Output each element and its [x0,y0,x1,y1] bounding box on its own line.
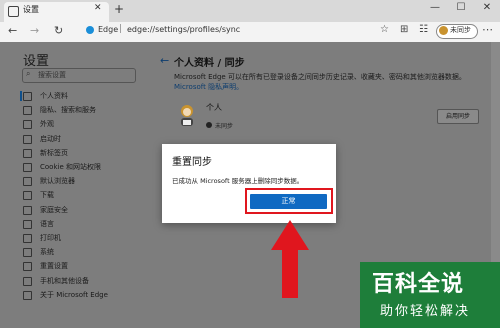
minimize-button[interactable]: — [424,2,446,13]
collections-icon[interactable]: ⊞ [400,24,408,35]
breadcrumb: 个人资料 / 同步 [174,58,245,69]
sidebar-title: 设置 [23,54,50,69]
new-tab-icon [23,148,32,158]
sidebar-item-label: 外观 [40,120,54,129]
sidebar-item-label: 下载 [40,191,54,200]
lock-icon [23,106,32,116]
sync-description: Microsoft Edge 可以在所有已登录设备之间同步历史记录、收藏夹、密码… [174,73,466,81]
back-icon[interactable]: ← [8,24,17,37]
url-separator: | [119,24,123,34]
sidebar-item-label: 手机和其他设备 [40,276,89,285]
dialog-message: 已成功从 Microsoft 服务器上删除同步数据。 [172,177,304,185]
privacy-link[interactable]: Microsoft 隐私声明。 [174,82,243,92]
window-close-button[interactable]: ✕ [476,2,498,13]
watermark-subtitle: 助你轻松解决 [380,304,471,319]
site-label: Edge [98,25,119,34]
sidebar-item-label: 系统 [40,248,54,257]
search-placeholder: 搜索设置 [38,71,66,79]
language-icon [23,219,32,229]
sidebar-item-label: 关于 Microsoft Edge [40,290,108,299]
sidebar-item-label: 新标签页 [40,148,68,157]
back-arrow-icon[interactable]: ← [160,54,169,67]
active-indicator [20,91,22,101]
reset-icon [23,262,32,272]
power-icon [23,134,32,144]
tab-label: 设置 [23,5,39,14]
sidebar-item-label: 语言 [40,219,54,228]
address-bar[interactable]: edge://settings/profiles/sync [127,25,240,34]
search-icon: ⌕ [26,69,31,78]
refresh-icon[interactable]: ↻ [54,24,63,37]
edge-logo-icon [86,26,94,34]
tab-close-icon[interactable]: ✕ [94,3,102,13]
profile-name: 个人 [206,103,222,112]
more-icon[interactable]: ⋯ [482,23,493,36]
reading-list-icon[interactable]: ☷ [419,24,428,35]
phone-icon [23,276,32,286]
enable-sync-button[interactable]: 启用同步 [437,109,479,124]
red-arrow-icon [271,220,309,298]
watermark-title: 百科全说 [372,272,465,297]
person-icon [23,92,32,101]
profile-avatar-icon [181,105,193,126]
sync-status-icon [206,122,212,128]
profile-button-label: 未同步 [450,26,471,34]
system-icon [23,248,32,258]
family-icon [23,205,32,215]
appearance-icon [23,120,32,130]
sidebar-item-label: Cookie 和网站权限 [40,163,101,171]
favorites-icon[interactable]: ☆ [380,24,389,35]
sync-status: 未同步 [215,123,234,130]
sidebar-item-label: 家庭安全 [40,205,68,214]
site-permissions-icon [23,163,32,172]
dialog-title: 重置同步 [172,157,212,168]
sidebar-item-label: 个人资料 [40,92,68,100]
maximize-button[interactable]: ☐ [450,2,472,13]
ok-button[interactable]: 正常 [250,194,327,209]
new-tab-button[interactable]: + [114,2,124,16]
avatar-icon [439,26,448,35]
browser-icon [23,177,32,187]
sidebar-item-label: 默认浏览器 [40,177,75,186]
forward-icon[interactable]: → [30,24,39,37]
edge-icon [23,290,32,300]
sidebar-item-label: 重置设置 [40,262,68,271]
sidebar-item-label: 打印机 [40,234,61,242]
download-icon [23,191,32,201]
settings-tab-icon [8,6,19,17]
printer-icon [23,234,32,243]
sidebar-item-label: 隐私、搜索和服务 [40,106,96,115]
sidebar-item-label: 启动时 [40,134,61,143]
